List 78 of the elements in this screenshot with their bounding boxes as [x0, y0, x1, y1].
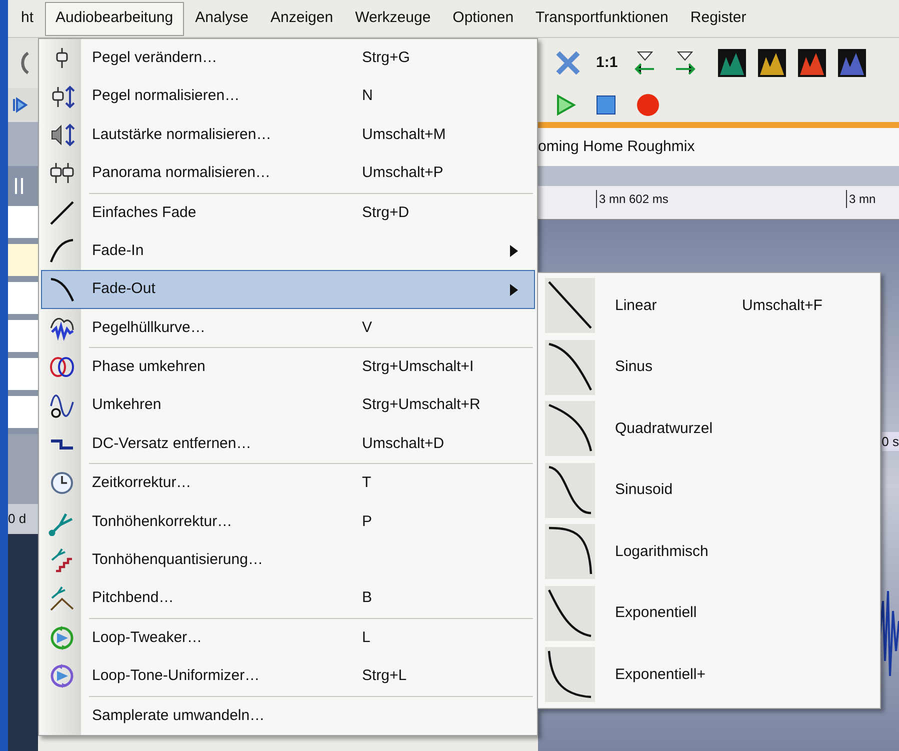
shortcut-label: Strg+Umschalt+I: [362, 357, 474, 378]
shortcut-label: Umschalt+M: [362, 124, 446, 145]
record-icon[interactable]: [636, 93, 660, 117]
curve-icon: [545, 586, 595, 641]
ruler-label: 3 mn: [846, 190, 876, 208]
zoom-label[interactable]: 1:1: [596, 52, 618, 74]
shortcut-label: N: [362, 86, 373, 106]
shortcut-label: Strg+Umschalt+R: [362, 395, 480, 416]
curve-icon: [545, 462, 595, 518]
shortcut-label: P: [362, 512, 372, 532]
shortcut-label: Strg+D: [362, 202, 410, 222]
shortcut-label: T: [362, 473, 372, 494]
submenu-item[interactable]: Logarithmisch: [538, 521, 880, 582]
menu-item[interactable]: Pitchbend… B: [41, 579, 535, 618]
menu-bar-item[interactable]: Analyse: [184, 2, 260, 36]
menu-item[interactable]: Panorama normalisieren… Umschalt+P: [41, 154, 535, 193]
menu-item[interactable]: Fade-Out: [41, 270, 535, 309]
level-label: 0 d: [8, 510, 26, 528]
shortcut-label: Umschalt+P: [362, 163, 444, 184]
shortcut-label: V: [362, 318, 372, 338]
submenu-item[interactable]: Exponentiell+: [538, 644, 880, 706]
spectrum-icon[interactable]: [798, 49, 826, 77]
falling-curve-icon: [48, 276, 76, 304]
tuning-fork-bend-icon: [48, 584, 76, 613]
curve-icon: [545, 647, 595, 702]
menu-item[interactable]: Zeitkorrektur… T: [41, 464, 535, 503]
ruler-label: 3 mn 602 ms: [596, 190, 846, 208]
menu-item[interactable]: Tonhöhenkorrektur… P: [41, 502, 535, 542]
submenu-item[interactable]: Sinus: [538, 336, 880, 398]
diagonal-line-icon: [48, 198, 76, 227]
menu-item[interactable]: Loop-Tweaker… L: [41, 618, 535, 658]
menu-item[interactable]: Pegel verändern… Strg+G: [41, 39, 535, 78]
menu-item[interactable]: Pegelhüllkurve… V: [41, 308, 535, 348]
pause-icon[interactable]: [14, 176, 24, 196]
curve-icon: [545, 278, 595, 334]
submenu-item[interactable]: Linear Umschalt+F: [538, 275, 880, 336]
play-icon[interactable]: [556, 94, 576, 116]
shortcut-label: Umschalt+F: [742, 296, 822, 316]
time-label: 0 s: [882, 432, 899, 451]
curve-icon: [545, 524, 595, 580]
submenu-arrow-icon: [510, 245, 518, 258]
shortcut-label: B: [362, 588, 372, 608]
menu-item[interactable]: Pegel normalisieren… N: [41, 77, 535, 116]
submenu-item[interactable]: Exponentiell: [538, 582, 880, 644]
loop-arrows-icon: [48, 624, 76, 652]
menu-bar-item[interactable]: Anzeigen: [260, 2, 344, 36]
curve-icon: [545, 401, 595, 456]
submenu-item[interactable]: Sinusoid: [538, 460, 880, 521]
menu-item[interactable]: Loop-Tone-Uniformizer… Strg+L: [41, 657, 535, 696]
stop-icon[interactable]: [596, 95, 616, 115]
menu-bar-item[interactable]: Werkzeuge: [344, 2, 442, 36]
spectrum-icon[interactable]: [718, 49, 746, 77]
submenu-arrow-icon: [510, 284, 518, 296]
menu-item[interactable]: Einfaches Fade Strg+D: [41, 194, 535, 232]
cross-icon[interactable]: [554, 49, 582, 77]
menu-item[interactable]: Umkehren Strg+Umschalt+R: [41, 386, 535, 425]
menu-item[interactable]: Samplerate umwandeln…: [41, 696, 535, 736]
menu-item[interactable]: DC-Versatz entfernen… Umschalt+D: [41, 424, 535, 464]
submenu-item[interactable]: Quadratwurzel: [538, 398, 880, 460]
menu-item[interactable]: Fade-In: [41, 232, 535, 270]
shortcut-label: Umschalt+D: [362, 434, 444, 454]
spectrum-icon[interactable]: [838, 49, 866, 77]
menu-bar-item[interactable]: Register: [679, 2, 758, 36]
menu-item[interactable]: Tonhöhenquantisierung…: [41, 541, 535, 580]
menu-bar-item[interactable]: Optionen: [442, 2, 525, 36]
menu-item[interactable]: Phase umkehren Strg+Umschalt+I: [41, 348, 535, 387]
wave-icon: [48, 392, 76, 420]
menu-item[interactable]: Lautstärke normalisieren… Umschalt+M: [41, 116, 535, 154]
spectrum-icon[interactable]: [758, 49, 786, 77]
rising-curve-icon: [48, 237, 76, 266]
loop-arrows-icon: [48, 662, 76, 690]
curve-icon: [545, 340, 595, 395]
shortcut-label: Strg+G: [362, 48, 410, 68]
shortcut-label: L: [362, 628, 370, 648]
shortcut-label: Strg+L: [362, 666, 407, 686]
menu-bar-item[interactable]: Transportfunktionen: [524, 2, 680, 36]
menu-bar-item[interactable]: ht: [10, 2, 45, 36]
menu-bar-item[interactable]: Audiobearbeitung: [44, 2, 184, 36]
